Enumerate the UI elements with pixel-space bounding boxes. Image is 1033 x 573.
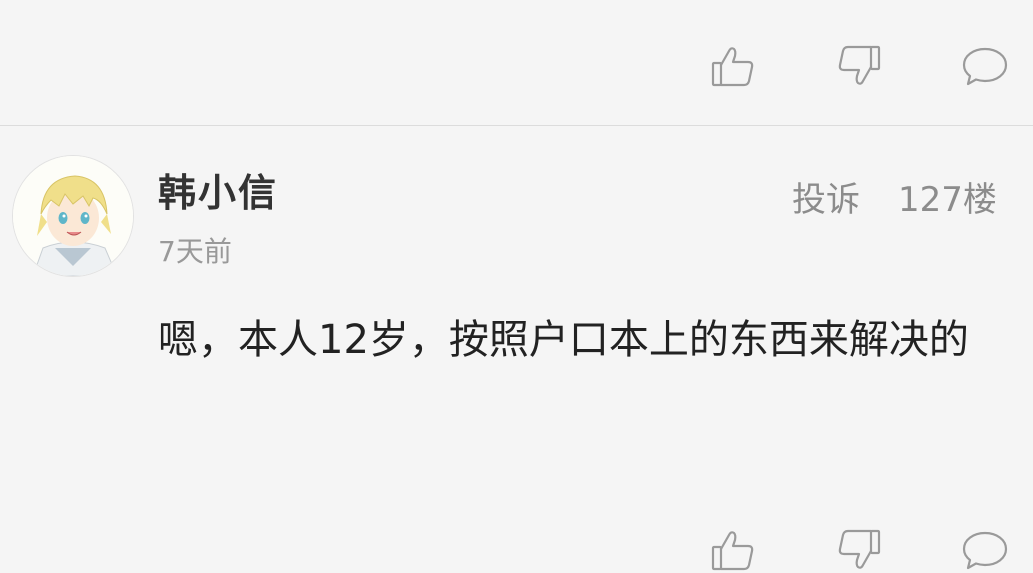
comment-actions <box>0 520 1033 573</box>
reply-button[interactable] <box>958 36 1012 96</box>
thumbs-up-icon <box>711 531 754 571</box>
dislike-button[interactable] <box>832 36 886 96</box>
thumbs-up-icon <box>711 47 754 87</box>
comment-thread: 韩小信 7天前 投诉 127楼 嗯，本人12岁，按照户口本上的东西来解决的 <box>0 0 1033 573</box>
like-button[interactable] <box>706 520 760 573</box>
comment-divider <box>0 125 1033 126</box>
previous-comment-actions <box>0 36 1033 96</box>
comment-text: 嗯，本人12岁，按照户口本上的东西来解决的 <box>158 317 969 363</box>
username[interactable]: 韩小信 <box>158 162 278 217</box>
dislike-button[interactable] <box>832 520 886 573</box>
avatar[interactable] <box>12 155 134 277</box>
floor-number: 127楼 <box>898 180 997 220</box>
like-button[interactable] <box>706 36 760 96</box>
anime-avatar-image <box>13 156 133 276</box>
reply-button[interactable] <box>958 520 1012 573</box>
comment-bubble-icon <box>962 47 1008 86</box>
comment-bubble-icon <box>962 531 1008 570</box>
report-button[interactable]: 投诉 <box>792 172 860 221</box>
thumbs-down-icon <box>838 45 881 85</box>
thumbs-down-icon <box>838 529 881 569</box>
post-time: 7天前 <box>158 235 232 268</box>
